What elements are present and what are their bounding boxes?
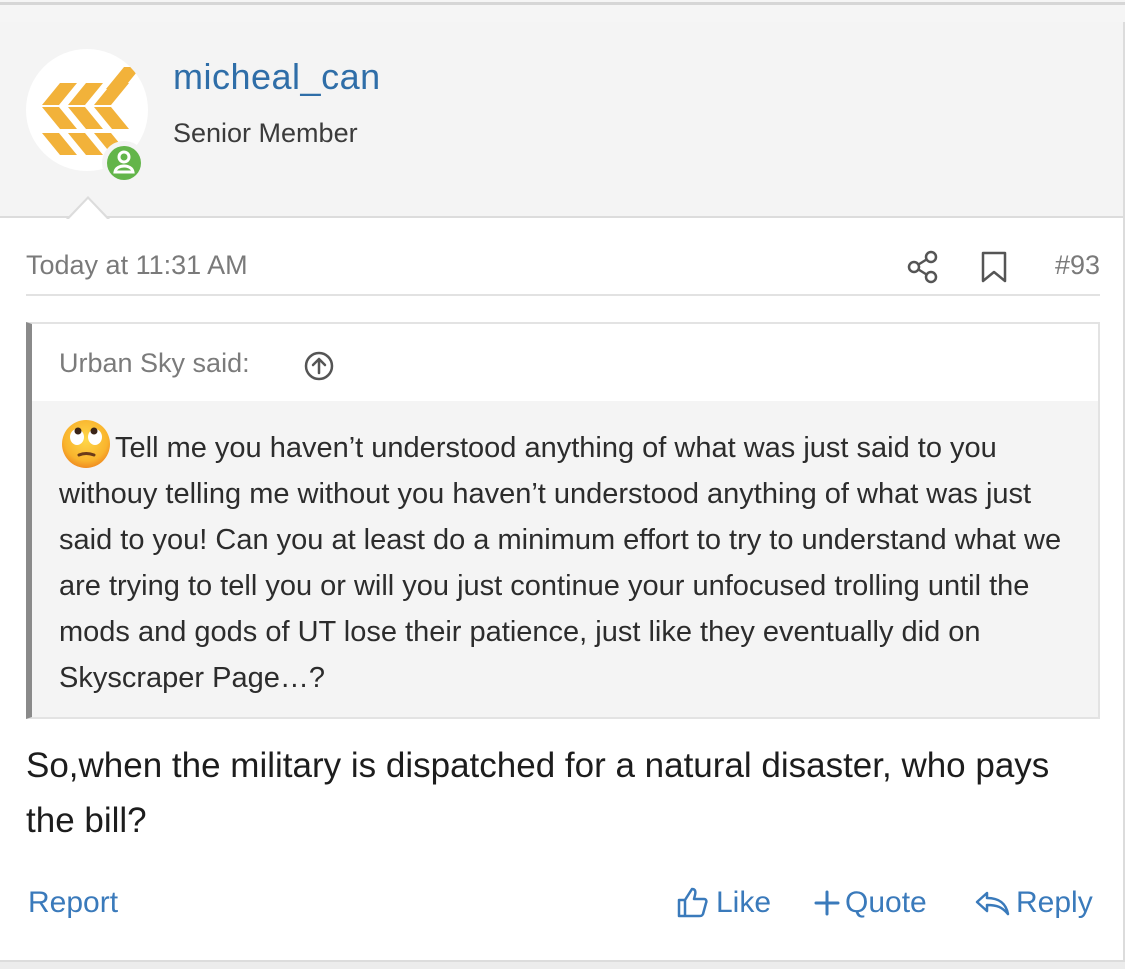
arrow-up-circle-icon[interactable] xyxy=(302,349,336,383)
like-label: Like xyxy=(716,886,772,919)
forum-post: micheal_can Senior Member Today at 11:31… xyxy=(0,22,1125,969)
reply-label: Reply xyxy=(1016,886,1093,919)
report-link[interactable]: Report xyxy=(28,886,118,920)
online-status-badge xyxy=(102,141,146,185)
user-title: Senior Member xyxy=(173,118,358,148)
like-button[interactable]: Like xyxy=(675,886,771,920)
top-divider xyxy=(0,2,1125,5)
thumbs-up-icon xyxy=(677,887,708,918)
quote-text-content: Tell me you haven’t understood anything … xyxy=(59,432,1062,694)
quote-button[interactable]: Quote xyxy=(814,886,927,920)
quote-header: Urban Sky said: xyxy=(32,324,1098,401)
reply-button[interactable]: Reply xyxy=(973,886,1093,920)
bookmark-icon[interactable] xyxy=(978,248,1010,286)
quote-author-label[interactable]: Urban Sky said: xyxy=(59,348,250,379)
eye-roll-emoji-icon xyxy=(62,420,110,468)
post-bottom-border xyxy=(0,960,1125,969)
plus-icon xyxy=(814,890,840,916)
post-user-header: micheal_can Senior Member xyxy=(0,22,1123,220)
share-icon[interactable] xyxy=(904,248,942,286)
post-number-link[interactable]: #93 xyxy=(1055,250,1100,281)
top-strip xyxy=(0,0,1125,22)
username-link[interactable]: micheal_can xyxy=(173,56,381,98)
post-message: So,when the military is dispatched for a… xyxy=(26,746,1050,840)
post-meta-bar: Today at 11:31 AM #93 xyxy=(26,246,1100,296)
post-timestamp[interactable]: Today at 11:31 AM xyxy=(26,250,248,281)
quote-block: Urban Sky said: Tell me you haven’t unde… xyxy=(26,322,1100,719)
post-actions: Report Like Quote Reply xyxy=(0,882,1123,942)
online-user-icon xyxy=(113,150,135,174)
quote-text: Tell me you haven’t understood anything … xyxy=(59,417,1079,701)
reply-arrow-icon xyxy=(975,891,1010,916)
quote-label: Quote xyxy=(845,886,927,919)
